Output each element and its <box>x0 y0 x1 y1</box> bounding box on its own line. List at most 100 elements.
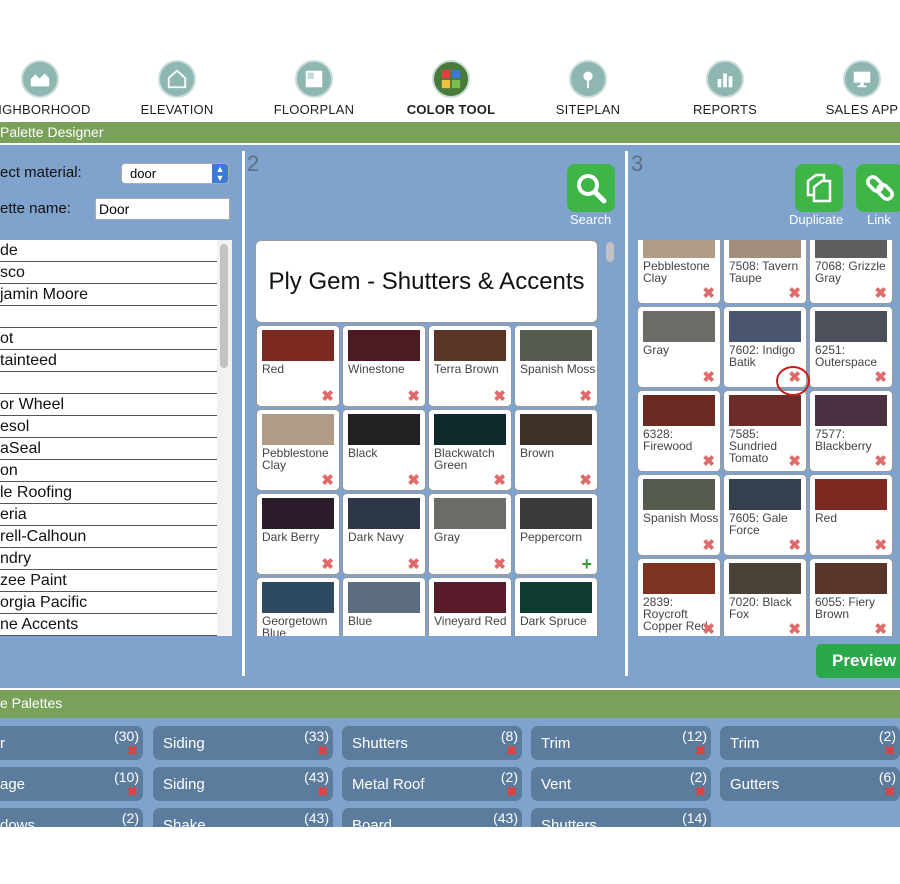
delete-x-icon[interactable]: ✖ <box>695 784 706 800</box>
swatch-card[interactable]: Red ✖ <box>809 474 893 556</box>
swatch-card[interactable]: Vineyard Red <box>428 577 512 636</box>
saved-palette-pill[interactable]: dows (2)✖ <box>0 808 143 827</box>
search-button[interactable] <box>567 164 615 212</box>
remove-x-icon[interactable]: ✖ <box>874 622 887 636</box>
remove-x-icon[interactable]: ✖ <box>788 286 801 301</box>
saved-palette-pill[interactable]: Trim (12) ✖ <box>531 726 711 760</box>
swatch-card[interactable]: Brown ✖ <box>514 409 598 491</box>
swatch-card[interactable]: 7577: Blackberry ✖ <box>809 390 893 472</box>
nav-item-sales-app[interactable]: SALES APP <box>792 60 900 117</box>
delete-x-icon[interactable]: ✖ <box>506 784 517 800</box>
saved-palette-pill[interactable]: age (10) ✖ <box>0 767 143 801</box>
delete-x-icon[interactable]: ✖ <box>317 743 328 759</box>
brand-list-item[interactable]: or Wheel <box>0 394 217 416</box>
preview-button[interactable]: Preview <box>816 644 900 678</box>
remove-x-icon[interactable]: ✖ <box>579 473 592 488</box>
remove-x-icon[interactable]: ✖ <box>874 454 887 469</box>
remove-x-icon[interactable]: ✖ <box>788 454 801 469</box>
delete-x-icon[interactable]: ✖ <box>506 743 517 759</box>
palette-name-input[interactable]: Door <box>95 198 230 220</box>
remove-x-icon[interactable]: ✖ <box>321 473 334 488</box>
delete-x-icon[interactable]: ✖ <box>127 825 138 827</box>
swatch-card[interactable]: 7508: Tavern Taupe ✖ <box>723 240 807 304</box>
swatch-card[interactable]: Gray ✖ <box>637 306 721 388</box>
remove-x-icon[interactable]: ✖ <box>702 286 715 301</box>
delete-x-icon[interactable]: ✖ <box>317 825 328 827</box>
remove-x-icon[interactable]: ✖ <box>874 370 887 385</box>
remove-x-icon[interactable]: ✖ <box>788 538 801 553</box>
nav-item-elevation[interactable]: ELEVATION <box>107 60 247 117</box>
brand-list-item[interactable]: zee Paint <box>0 570 217 592</box>
remove-x-icon[interactable]: ✖ <box>493 389 506 404</box>
remove-x-icon[interactable]: ✖ <box>407 557 420 572</box>
brand-list-item[interactable]: le Roofing <box>0 482 217 504</box>
saved-palette-pill[interactable]: Board (43)✖ <box>342 808 522 827</box>
nav-item-siteplan[interactable]: SITEPLAN <box>518 60 658 117</box>
swatch-card[interactable]: Spanish Moss ✖ <box>514 325 598 407</box>
brand-list-item[interactable]: esol <box>0 416 217 438</box>
remove-x-icon[interactable]: ✖ <box>702 622 715 636</box>
delete-x-icon[interactable]: ✖ <box>695 825 706 827</box>
delete-x-icon[interactable]: ✖ <box>884 784 895 800</box>
swatch-card[interactable]: Gray ✖ <box>428 493 512 575</box>
saved-palette-pill[interactable]: Shutters (14)✖ <box>531 808 711 827</box>
swatch-card[interactable]: Terra Brown ✖ <box>428 325 512 407</box>
swatch-card[interactable]: 7585: Sundried Tomato ✖ <box>723 390 807 472</box>
brand-list-scrollbar[interactable] <box>217 240 232 636</box>
remove-x-icon[interactable]: ✖ <box>493 557 506 572</box>
remove-x-icon[interactable]: ✖ <box>788 622 801 636</box>
swatch-card[interactable]: Dark Spruce <box>514 577 598 636</box>
swatch-card[interactable]: Red ✖ <box>256 325 340 407</box>
swatch-card[interactable]: Blackwatch Green ✖ <box>428 409 512 491</box>
swatch-card[interactable]: Pebblestone Clay ✖ <box>637 240 721 304</box>
remove-x-icon[interactable]: ✖ <box>702 538 715 553</box>
saved-palette-pill[interactable]: Gutters (6) ✖ <box>720 767 900 801</box>
remove-x-icon[interactable]: ✖ <box>874 538 887 553</box>
brand-list-item[interactable]: ot <box>0 328 217 350</box>
nav-item-neighborhood[interactable]: EIGHBORHOOD <box>0 60 110 117</box>
swatch-card[interactable]: Dark Navy ✖ <box>342 493 426 575</box>
brand-list-item[interactable] <box>0 306 217 328</box>
brand-list-item[interactable] <box>0 372 217 394</box>
brand-list-item[interactable]: on <box>0 460 217 482</box>
nav-item-color-tool[interactable]: COLOR TOOL <box>381 60 521 117</box>
saved-palette-pill[interactable]: r (30) ✖ <box>0 726 143 760</box>
swatch-card[interactable]: 7068: Grizzle Gray ✖ <box>809 240 893 304</box>
swatch-card[interactable]: 6055: Fiery Brown ✖ <box>809 558 893 636</box>
swatch-card[interactable]: Dark Berry ✖ <box>256 493 340 575</box>
saved-palette-pill[interactable]: Shake (43)✖ <box>153 808 333 827</box>
swatch-card[interactable]: 7605: Gale Force ✖ <box>723 474 807 556</box>
material-select[interactable]: door ▲ ▼ <box>121 163 229 184</box>
brand-list-item[interactable]: orgia Pacific <box>0 592 217 614</box>
remove-x-icon[interactable]: ✖ <box>874 286 887 301</box>
delete-x-icon[interactable]: ✖ <box>127 743 138 759</box>
saved-palette-pill[interactable]: Metal Roof (2) ✖ <box>342 767 522 801</box>
swatch-card[interactable]: 6251: Outerspace ✖ <box>809 306 893 388</box>
remove-x-icon[interactable]: ✖ <box>702 370 715 385</box>
remove-x-icon[interactable]: ✖ <box>407 389 420 404</box>
brand-list-item[interactable]: jamin Moore <box>0 284 217 306</box>
swatch-card[interactable]: 6328: Firewood ✖ <box>637 390 721 472</box>
saved-palette-pill[interactable]: Siding (33) ✖ <box>153 726 333 760</box>
remove-x-icon[interactable]: ✖ <box>321 389 334 404</box>
duplicate-button[interactable] <box>795 164 843 212</box>
swatch-card[interactable]: Blue <box>342 577 426 636</box>
brand-list-item[interactable]: tainteed <box>0 350 217 372</box>
delete-x-icon[interactable]: ✖ <box>127 784 138 800</box>
brand-list-item[interactable]: ndry <box>0 548 217 570</box>
saved-palette-pill[interactable]: Trim (2) ✖ <box>720 726 900 760</box>
brand-list-item[interactable]: sco <box>0 262 217 284</box>
brand-list-item[interactable]: eria <box>0 504 217 526</box>
nav-item-reports[interactable]: REPORTS <box>655 60 795 117</box>
swatch-card[interactable]: Black ✖ <box>342 409 426 491</box>
remove-x-icon[interactable]: ✖ <box>321 557 334 572</box>
swatch-card[interactable]: Georgetown Blue <box>256 577 340 636</box>
swatch-card[interactable]: Winestone ✖ <box>342 325 426 407</box>
swatch-card[interactable]: Peppercorn + <box>514 493 598 575</box>
scrollbar-thumb[interactable] <box>220 244 228 368</box>
remove-x-icon[interactable]: ✖ <box>493 473 506 488</box>
brand-list-item[interactable]: de <box>0 240 217 262</box>
delete-x-icon[interactable]: ✖ <box>884 743 895 759</box>
scrollbar-thumb[interactable] <box>606 242 614 262</box>
swatch-card[interactable]: Pebblestone Clay ✖ <box>256 409 340 491</box>
